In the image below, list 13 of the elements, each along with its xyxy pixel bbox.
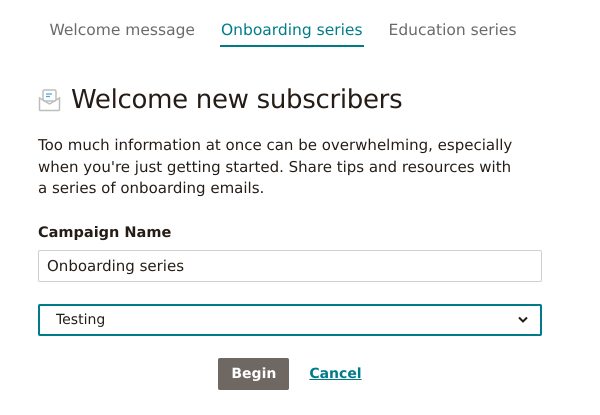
cancel-link[interactable]: Cancel	[309, 366, 362, 382]
begin-button[interactable]: Begin	[218, 358, 290, 390]
dropdown-value: Testing	[56, 312, 106, 328]
description-text: Too much information at once can be overwhelming, especially when you're just getting started. Share tips and resources with a series of onboarding emails.	[38, 135, 514, 199]
tab[interactable]: Onboarding series	[220, 19, 364, 47]
field-label: Campaign Name	[38, 224, 172, 240]
page-heading: Welcome new subscribers	[71, 85, 402, 115]
tab[interactable]: Education series	[388, 19, 518, 47]
campaign-name-field[interactable]: Onboarding series	[38, 250, 542, 282]
envelope-icon	[38, 88, 61, 112]
chevron-down-icon	[518, 316, 528, 323]
list-dropdown[interactable]: Testing	[38, 304, 542, 336]
tab[interactable]: Welcome message	[48, 19, 196, 47]
